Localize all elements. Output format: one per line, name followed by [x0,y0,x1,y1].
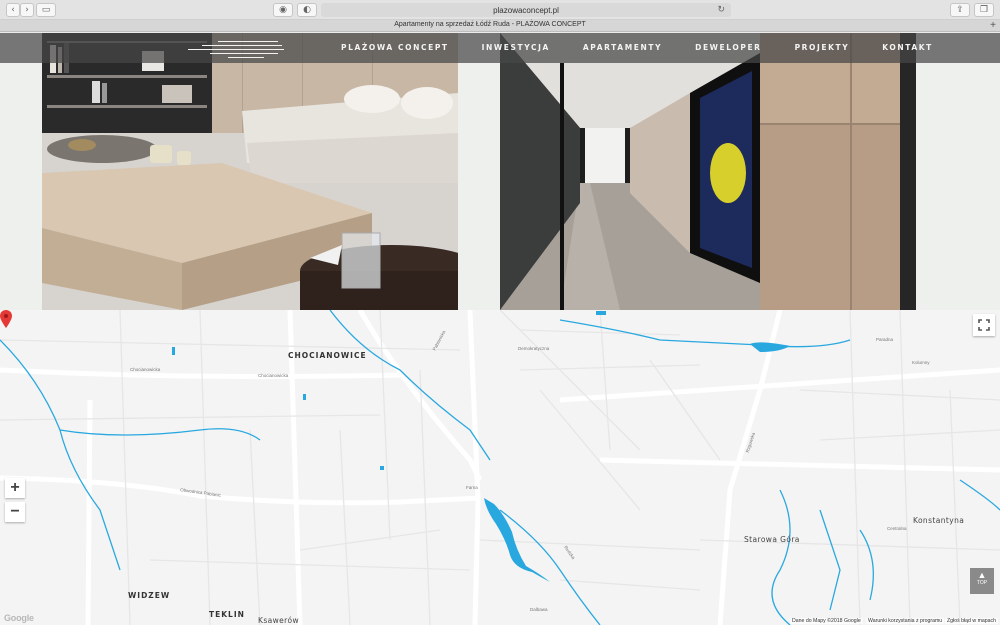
chevron-up-icon: ▲ [977,570,987,580]
map-label-widzew: WIDZEW [128,591,171,600]
street-label: Farna [466,485,478,490]
zoom-in-button[interactable]: + [5,478,25,498]
zoom-out-button[interactable]: − [5,502,25,522]
fullscreen-icon [978,319,990,331]
sidebar-icon[interactable]: ▭ [36,3,56,17]
tab-bar: Apartamenty na sprzedaż Łódź Ruda - PLAŻ… [0,20,1000,32]
map-attribution: Dane do Mapy ©2018 Google Warunki korzys… [0,615,1000,625]
street-label: Chocianowicka [130,367,161,372]
nav-item-projekty[interactable]: PROJEKTY [795,43,850,52]
site-logo[interactable] [188,39,284,59]
street-label: Demokratyczna [518,346,550,351]
top-label: TOP [976,580,988,586]
map-label-konstantyna: Konstantyna [913,516,965,525]
back-button[interactable]: ‹ [6,3,20,17]
back-to-top-button[interactable]: ▲ TOP [970,568,994,594]
nav-item-kontakt[interactable]: KONTAKT [882,43,933,52]
new-tab-icon[interactable]: + [990,20,996,31]
corridor-photo [500,33,916,310]
forward-button[interactable]: › [20,3,34,17]
page: PLAŻOWA CONCEPT INWESTYCJA APARTAMENTY D… [0,33,1000,625]
street-label: Centralna [887,526,907,531]
reload-icon[interactable]: ↻ [717,4,725,15]
street-label: Chocianowicka [258,373,289,378]
street-label: Kolumny [912,360,930,365]
map-label-starowa-gora: Starowa Góra [744,535,800,544]
site-navbar: PLAŻOWA CONCEPT INWESTYCJA APARTAMENTY D… [0,33,1000,63]
nav-item-plazowa-concept[interactable]: PLAŻOWA CONCEPT [341,43,449,52]
reader-icon[interactable]: ◐ [297,3,317,17]
nav-item-deweloper[interactable]: DEWELOPER [695,43,761,52]
address-bar[interactable]: plazowaconcept.pl ↻ [321,3,731,17]
share-icon[interactable]: ⇪ [950,3,970,17]
report-error-link[interactable]: Zgłoś błąd w mapach [945,618,999,624]
main-nav: PLAŻOWA CONCEPT INWESTYCJA APARTAMENTY D… [326,43,933,52]
map-label-chocianowice: CHOCIANOWICE [288,351,367,360]
browser-toolbar: ‹ › ▭ ◉ ◐ plazowaconcept.pl ↻ ⇪ ❐ [0,0,1000,20]
terms-link[interactable]: Warunki korzystania z programu [866,618,945,624]
nav-item-apartamenty[interactable]: APARTAMENTY [583,43,662,52]
map-canvas[interactable] [0,310,1000,625]
shield-icon[interactable]: ◉ [273,3,293,17]
nav-item-inwestycja[interactable]: INWESTYCJA [482,43,550,52]
living-room-photo [42,33,458,310]
map-data-text: Dane do Mapy ©2018 Google [790,618,863,624]
location-pin-icon[interactable] [0,310,12,328]
street-label: Dalbawa [530,607,548,612]
google-map[interactable]: CHOCIANOWICE WIDZEW TEKLIN Konstantyna S… [0,310,1000,625]
tabs-icon[interactable]: ❐ [974,3,994,17]
street-label: Paradna [876,337,894,342]
tab-title[interactable]: Apartamenty na sprzedaż Łódź Ruda - PLAŻ… [0,21,980,28]
url-text: plazowaconcept.pl [493,5,559,15]
fullscreen-button[interactable] [973,314,995,336]
